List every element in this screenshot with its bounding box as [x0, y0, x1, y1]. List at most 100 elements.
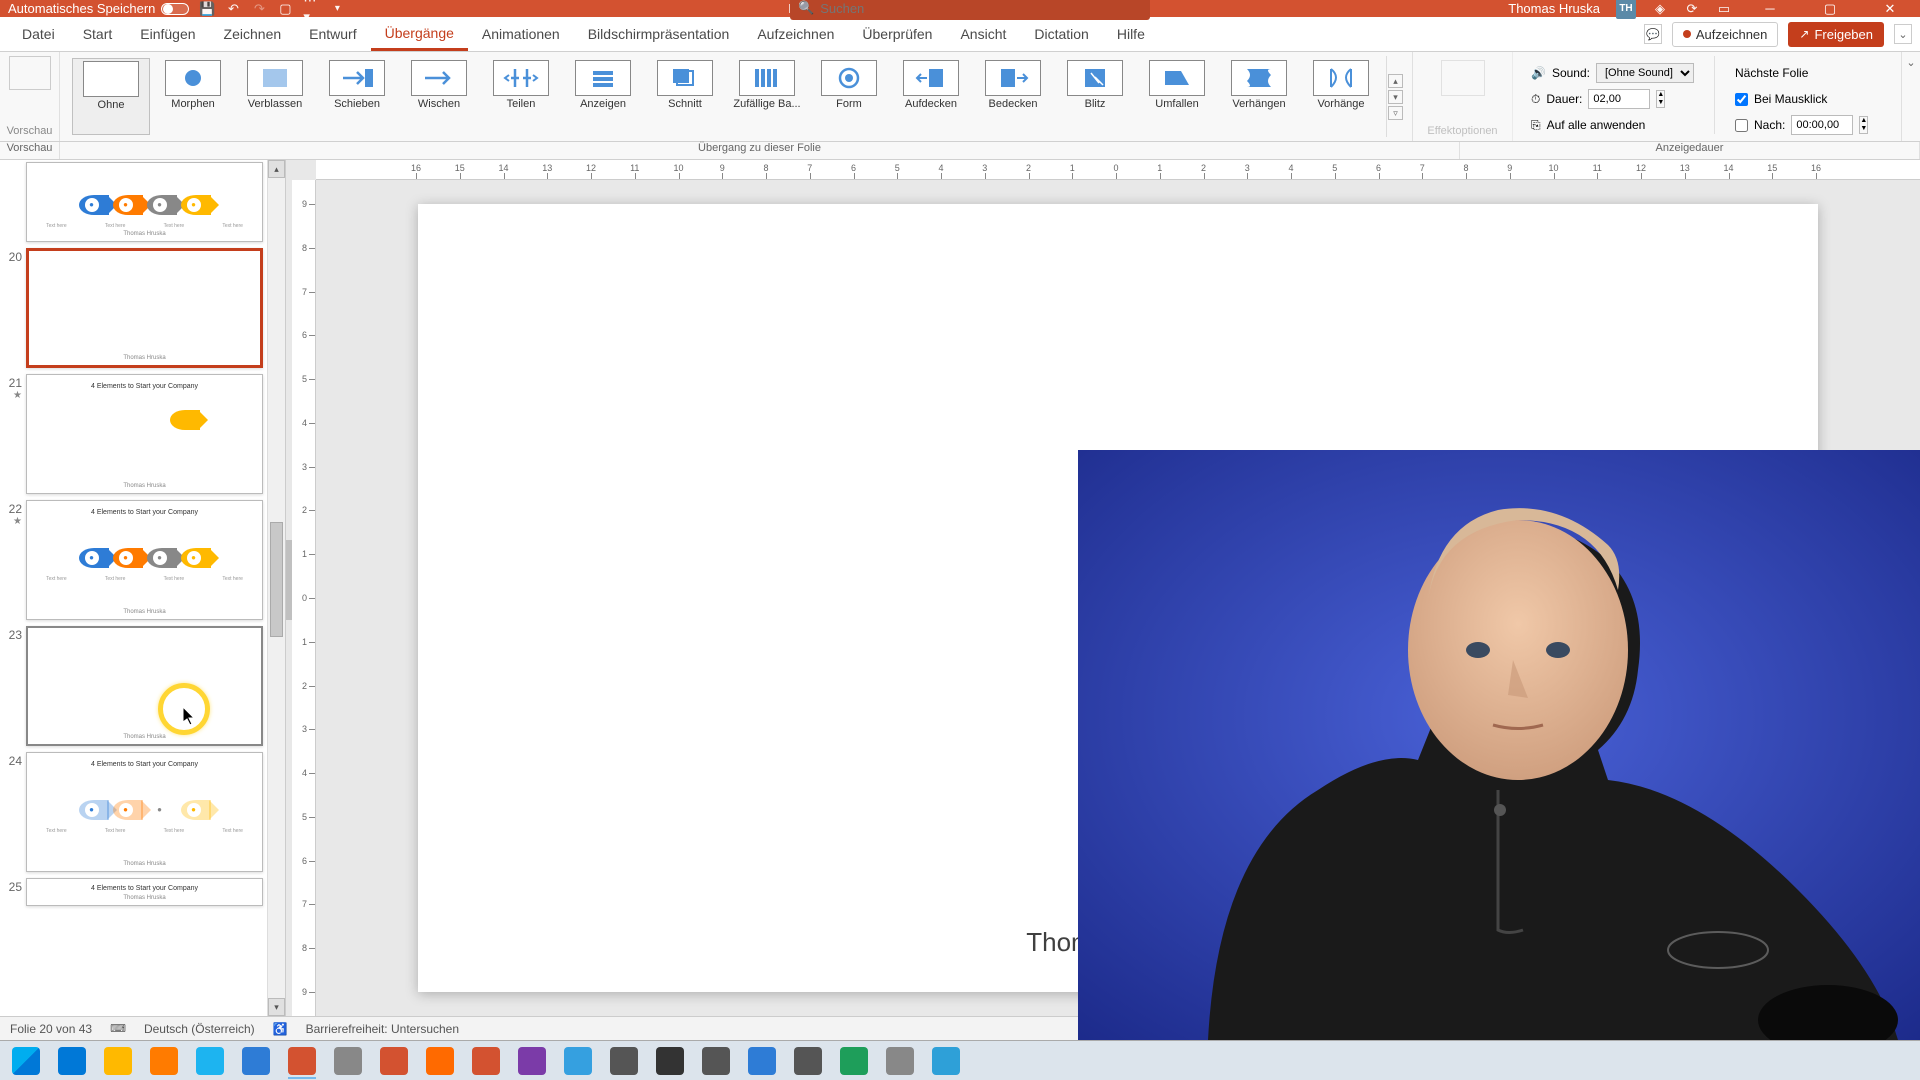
- taskbar-app-15[interactable]: [740, 1043, 784, 1079]
- taskbar-app-19[interactable]: [924, 1043, 968, 1079]
- taskbar-app-14[interactable]: [694, 1043, 738, 1079]
- transition-aufdecken[interactable]: Aufdecken: [892, 58, 970, 135]
- window-mode-icon[interactable]: ▭: [1716, 1, 1732, 17]
- transition-wischen[interactable]: Wischen: [400, 58, 478, 135]
- thumbnail-prev[interactable]: ●●●●Text hereText hereText hereText here…: [4, 162, 263, 242]
- sound-select[interactable]: [Ohne Sound]: [1596, 63, 1694, 83]
- transition-ohne[interactable]: Ohne: [72, 58, 150, 135]
- duration-input[interactable]: [1588, 89, 1650, 109]
- thumbnail-23[interactable]: 23Thomas Hruska: [4, 626, 263, 746]
- menu-tab-bildschirmpräsentation[interactable]: Bildschirmpräsentation: [574, 17, 744, 51]
- diamond-icon[interactable]: ◈: [1652, 1, 1668, 17]
- transition-form[interactable]: Form: [810, 58, 888, 135]
- menu-tab-animationen[interactable]: Animationen: [468, 17, 574, 51]
- taskbar-app-13[interactable]: [648, 1043, 692, 1079]
- language-status[interactable]: Deutsch (Österreich): [144, 1022, 255, 1036]
- menu-tab-aufzeichnen[interactable]: Aufzeichnen: [743, 17, 848, 51]
- thumbnails-scrollbar[interactable]: ▴ ▾: [267, 160, 285, 1016]
- on-click-checkbox[interactable]: [1735, 93, 1748, 106]
- autosave-toggle[interactable]: Automatisches Speichern: [8, 1, 189, 16]
- apply-all-button[interactable]: Auf alle anwenden: [1547, 118, 1646, 132]
- gallery-row-down-icon[interactable]: ▾: [1388, 90, 1403, 104]
- scroll-down-icon[interactable]: ▾: [268, 998, 285, 1016]
- save-icon[interactable]: 💾: [199, 1, 215, 17]
- transition-anzeigen[interactable]: Anzeigen: [564, 58, 642, 135]
- taskbar-app-12[interactable]: [602, 1043, 646, 1079]
- share-button[interactable]: ↗ Freigeben: [1788, 22, 1884, 47]
- transition-blitz[interactable]: Blitz: [1056, 58, 1134, 135]
- transition-zuflligeba[interactable]: Zufällige Ba...: [728, 58, 806, 135]
- preview-label: Vorschau: [7, 125, 53, 137]
- thumbnail-22[interactable]: 22★4 Elements to Start your Company●●●●T…: [4, 500, 263, 620]
- menu-tab-ansicht[interactable]: Ansicht: [946, 17, 1020, 51]
- after-input[interactable]: [1791, 115, 1853, 135]
- app-icon: [564, 1047, 592, 1075]
- search-box[interactable]: 🔍: [790, 0, 1150, 20]
- transition-verblassen[interactable]: Verblassen: [236, 58, 314, 135]
- taskbar-app-2[interactable]: [142, 1043, 186, 1079]
- taskbar-app-11[interactable]: [556, 1043, 600, 1079]
- taskbar-app-4[interactable]: [234, 1043, 278, 1079]
- thumbnail-25[interactable]: 254 Elements to Start your CompanyThomas…: [4, 878, 263, 906]
- accessibility-status[interactable]: Barrierefreiheit: Untersuchen: [306, 1022, 459, 1036]
- after-checkbox[interactable]: [1735, 119, 1748, 132]
- minimize-button[interactable]: ─: [1748, 0, 1792, 17]
- redo-icon[interactable]: ↷: [251, 1, 267, 17]
- taskbar-app-0[interactable]: [50, 1043, 94, 1079]
- menu-tab-start[interactable]: Start: [69, 17, 127, 51]
- undo-icon[interactable]: ↶: [225, 1, 241, 17]
- user-avatar[interactable]: TH: [1616, 0, 1636, 19]
- transition-teilen[interactable]: Teilen: [482, 58, 560, 135]
- taskbar-app-5[interactable]: [280, 1043, 324, 1079]
- taskbar-app-1[interactable]: [96, 1043, 140, 1079]
- transition-schieben[interactable]: Schieben: [318, 58, 396, 135]
- taskbar-app-6[interactable]: [326, 1043, 370, 1079]
- menu-tab-zeichnen[interactable]: Zeichnen: [210, 17, 296, 51]
- scroll-up-icon[interactable]: ▴: [268, 160, 285, 178]
- transition-verhngen[interactable]: Verhängen: [1220, 58, 1298, 135]
- sync-icon[interactable]: ⟳: [1684, 1, 1700, 17]
- gallery-row-up-icon[interactable]: ▴: [1388, 74, 1403, 88]
- transition-morphen[interactable]: Morphen: [154, 58, 232, 135]
- record-button[interactable]: Aufzeichnen: [1672, 22, 1779, 47]
- more-qat-icon[interactable]: ⋯▾: [303, 1, 319, 17]
- transition-icon: [493, 60, 549, 96]
- taskbar-app-3[interactable]: [188, 1043, 232, 1079]
- after-spinner[interactable]: ▲▼: [1859, 116, 1868, 134]
- ribbon-expand-icon[interactable]: ⌄: [1906, 56, 1915, 69]
- ribbon-collapse-icon[interactable]: ⌄: [1894, 24, 1912, 44]
- menu-tab-übergänge[interactable]: Übergänge: [371, 17, 468, 51]
- menu-tab-dictation[interactable]: Dictation: [1020, 17, 1102, 51]
- scrollbar-thumb[interactable]: [270, 522, 283, 637]
- taskbar-app-17[interactable]: [832, 1043, 876, 1079]
- qat-overflow-icon[interactable]: ▾: [329, 1, 345, 17]
- taskbar-app-7[interactable]: [372, 1043, 416, 1079]
- thumbnail-24[interactable]: 244 Elements to Start your Company●●●●Te…: [4, 752, 263, 872]
- menu-tab-datei[interactable]: Datei: [8, 17, 69, 51]
- close-button[interactable]: ✕: [1868, 0, 1912, 17]
- maximize-button[interactable]: ▢: [1808, 0, 1852, 17]
- taskbar-app-8[interactable]: [418, 1043, 462, 1079]
- menu-tab-hilfe[interactable]: Hilfe: [1103, 17, 1159, 51]
- comments-icon[interactable]: 💬: [1644, 24, 1662, 44]
- menu-tab-überprüfen[interactable]: Überprüfen: [848, 17, 946, 51]
- taskbar-app-9[interactable]: [464, 1043, 508, 1079]
- start-button[interactable]: [4, 1043, 48, 1079]
- preview-button[interactable]: [9, 56, 51, 90]
- thumbnail-20[interactable]: 20Thomas Hruska: [4, 248, 263, 368]
- duration-spinner[interactable]: ▲▼: [1656, 90, 1665, 108]
- menu-tab-einfügen[interactable]: Einfügen: [126, 17, 209, 51]
- transition-schnitt[interactable]: Schnitt: [646, 58, 724, 135]
- taskbar-app-16[interactable]: [786, 1043, 830, 1079]
- transition-umfallen[interactable]: Umfallen: [1138, 58, 1216, 135]
- transition-vorhnge[interactable]: Vorhänge: [1302, 58, 1380, 135]
- gallery-expand-icon[interactable]: ▿: [1388, 106, 1403, 120]
- thumbnail-21[interactable]: 21★4 Elements to Start your CompanyThoma…: [4, 374, 263, 494]
- gallery-more[interactable]: ▴ ▾ ▿: [1386, 56, 1404, 137]
- taskbar-app-18[interactable]: [878, 1043, 922, 1079]
- search-input[interactable]: [820, 1, 1142, 16]
- taskbar-app-10[interactable]: [510, 1043, 554, 1079]
- present-icon[interactable]: ▢: [277, 1, 293, 17]
- transition-bedecken[interactable]: Bedecken: [974, 58, 1052, 135]
- app-icon: [748, 1047, 776, 1075]
